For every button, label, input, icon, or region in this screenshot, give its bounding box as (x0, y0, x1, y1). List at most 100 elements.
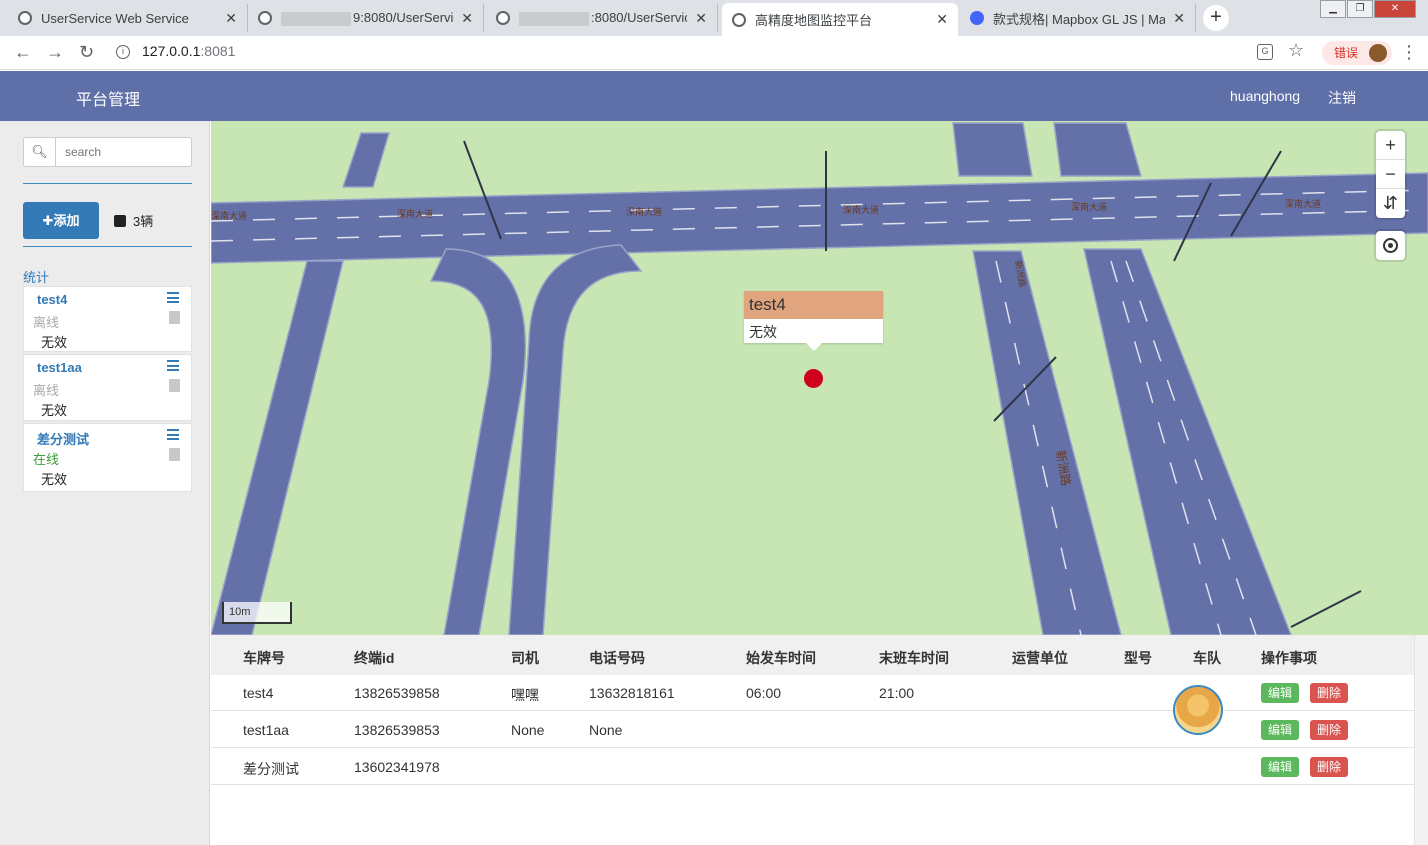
restore-icon[interactable]: ❐ (1347, 0, 1373, 18)
new-tab-button[interactable]: + (1203, 5, 1229, 31)
delete-button[interactable]: 删除 (1310, 683, 1348, 703)
globe-icon (496, 11, 510, 25)
terminal-cell: 13826539858 (354, 685, 440, 701)
list-icon[interactable] (167, 292, 179, 303)
close-icon[interactable]: ✕ (1173, 10, 1185, 27)
vehicle-table: 车牌号 终端id 司机 电话号码 始发车时间 末班车时间 运营单位 型号 车队 … (211, 635, 1428, 845)
redacted-block (281, 11, 351, 26)
zoom-out-button[interactable]: − (1376, 160, 1405, 189)
vehicle-name[interactable]: test4 (37, 292, 67, 307)
vehicle-card[interactable]: 差分测试 在线 无效 (23, 423, 192, 492)
tab-title: 9:8080/UserServic (353, 10, 454, 26)
trash-icon[interactable] (169, 311, 180, 324)
table-row: test1aa 13826539853 None None 编辑 删除 (211, 711, 1415, 748)
column-header: 终端id (354, 650, 395, 666)
list-icon[interactable] (167, 360, 179, 371)
zoom-in-button[interactable]: + (1376, 131, 1405, 160)
plate-cell: test4 (243, 685, 274, 701)
column-header: 末班车时间 (879, 650, 949, 666)
tab-title: :8080/UserServic (591, 10, 688, 26)
geolocate-button[interactable] (1376, 231, 1405, 260)
search-box: 🔍︎ (23, 137, 192, 167)
vehicle-name[interactable]: test1aa (37, 360, 82, 375)
globe-icon (18, 11, 32, 25)
avatar (1369, 44, 1387, 62)
scrollbar[interactable] (1414, 635, 1428, 845)
divider (23, 183, 192, 184)
first-departure-cell: 06:00 (746, 685, 782, 701)
vehicle-name[interactable]: 差分测试 (37, 429, 89, 448)
compass-button[interactable]: ⇵ (1376, 189, 1405, 218)
road-label: 深南大道 (843, 204, 879, 216)
table-row: 差分测试 13602341978 编辑 删除 (211, 748, 1415, 785)
map-zoom-controls: + − ⇵ (1376, 131, 1405, 218)
delete-button[interactable]: 删除 (1310, 720, 1348, 740)
translate-icon[interactable]: G (1257, 44, 1273, 60)
back-icon[interactable]: ← (14, 42, 32, 63)
phone-cell: 13632818161 (589, 685, 675, 701)
vehicle-card[interactable]: test1aa 离线 无效 (23, 354, 192, 421)
close-icon[interactable]: ✕ (936, 11, 948, 28)
column-header: 型号 (1124, 650, 1152, 666)
tab-mapbox-docs[interactable]: 款式规格| Mapbox GL JS | Map ✕ (960, 4, 1196, 32)
column-header: 司机 (511, 650, 539, 666)
road-label: 深南大道 (1071, 201, 1107, 213)
star-icon[interactable]: ☆ (1288, 40, 1304, 61)
minimize-icon[interactable]: ▁ (1320, 0, 1346, 18)
close-icon[interactable]: ✕ (461, 10, 473, 27)
map-canvas[interactable]: 深南大道 深南大道 深南大道 深南大道 深南大道 深南大道 新洲路 新洲路 + … (211, 121, 1428, 635)
team-avatar[interactable] (1173, 685, 1223, 735)
column-header: 操作事项 (1261, 650, 1317, 666)
bus-icon (114, 215, 126, 227)
info-icon[interactable]: i (116, 45, 130, 59)
kebab-menu-icon[interactable]: ⋮ (1400, 42, 1418, 63)
delete-button[interactable]: 删除 (1310, 757, 1348, 777)
search-input[interactable] (56, 138, 186, 166)
divider (23, 246, 192, 247)
vehicle-status: 在线 (33, 452, 60, 467)
profile-error-button[interactable]: 错误 (1322, 41, 1392, 65)
plate-cell: 差分测试 (243, 761, 299, 777)
road-label: 深南大道 (626, 206, 662, 218)
table-header: 车牌号 终端id 司机 电话号码 始发车时间 末班车时间 运营单位 型号 车队 … (211, 635, 1428, 675)
stats-label[interactable]: 统计 (23, 267, 49, 286)
vehicle-card[interactable]: test4 离线 无效 (23, 286, 192, 352)
url-field[interactable]: 127.0.0.1:8081 (142, 43, 235, 59)
edit-button[interactable]: 编辑 (1261, 757, 1299, 777)
road-label: 深南大道 (397, 208, 433, 220)
trash-icon[interactable] (169, 448, 180, 461)
bus-count: 3辆 (114, 211, 153, 230)
reload-icon[interactable]: ↻ (79, 42, 94, 63)
add-vehicle-button[interactable]: ✚添加 (23, 202, 99, 239)
close-icon[interactable]: ✕ (225, 10, 237, 27)
tab-userservice-3[interactable]: :8080/UserServic ✕ (486, 4, 718, 32)
vehicle-marker[interactable] (804, 369, 823, 388)
close-icon[interactable]: ✕ (695, 10, 707, 27)
tab-title: UserService Web Service (41, 10, 189, 26)
tab-userservice[interactable]: UserService Web Service ✕ (8, 4, 248, 32)
user-name[interactable]: huanghong (1230, 88, 1300, 104)
globe-icon (732, 12, 746, 27)
redacted-block (519, 11, 589, 26)
road-label: 深南大道 (1285, 198, 1321, 210)
forward-icon[interactable]: → (46, 42, 64, 63)
error-label: 错误 (1334, 46, 1359, 60)
edit-button[interactable]: 编辑 (1261, 683, 1299, 703)
globe-icon (258, 11, 272, 25)
tab-title: 高精度地图监控平台 (755, 13, 873, 28)
tab-title: 款式规格| Mapbox GL JS | Map (993, 11, 1166, 27)
tab-userservice-2[interactable]: 9:8080/UserServic ✕ (248, 4, 484, 32)
driver-cell: None (511, 722, 545, 738)
trash-icon[interactable] (169, 379, 180, 392)
vehicle-validity: 无效 (41, 335, 68, 350)
terminal-cell: 13826539853 (354, 722, 440, 738)
list-icon[interactable] (167, 429, 179, 440)
brand-title[interactable]: 平台管理 (76, 86, 140, 110)
edit-button[interactable]: 编辑 (1261, 720, 1299, 740)
window-close-icon[interactable]: ✕ (1374, 0, 1416, 18)
url-host: 127.0.0.1 (142, 43, 201, 59)
tab-map-platform[interactable]: 高精度地图监控平台 ✕ (722, 3, 958, 36)
logout-link[interactable]: 注销 (1328, 88, 1356, 108)
search-icon: 🔍︎ (24, 138, 56, 166)
url-port: :8081 (200, 43, 236, 59)
